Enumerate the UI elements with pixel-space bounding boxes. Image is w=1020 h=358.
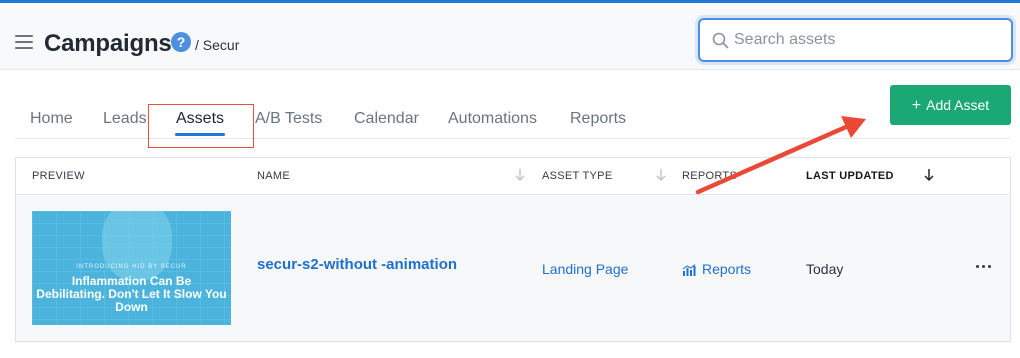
hamburger-icon[interactable]	[15, 35, 33, 49]
help-icon[interactable]: ?	[171, 32, 191, 52]
table-header: PREVIEW NAME ASSET TYPE REPORTS LAST UPD…	[16, 158, 1010, 195]
table-row[interactable]: INTRODUCING HID BY SECUR Inflammation Ca…	[16, 196, 1010, 341]
thumbnail-kicker: INTRODUCING HID BY SECUR	[76, 264, 187, 270]
column-header-reports: REPORTS	[682, 170, 738, 182]
asset-type-link[interactable]: Landing Page	[542, 261, 628, 277]
tab-home[interactable]: Home	[30, 104, 73, 138]
reports-link-label: Reports	[702, 261, 752, 277]
page-title: Campaigns	[44, 30, 172, 57]
plus-icon: +	[911, 97, 922, 114]
add-asset-label: Add Asset	[926, 97, 990, 113]
search-box[interactable]	[698, 18, 1013, 62]
last-updated-value: Today	[806, 261, 844, 277]
column-header-asset-type[interactable]: ASSET TYPE	[542, 170, 612, 182]
search-icon	[712, 32, 729, 49]
column-header-preview: PREVIEW	[32, 170, 85, 182]
tab-ab-tests[interactable]: A/B Tests	[255, 104, 322, 138]
tab-reports[interactable]: Reports	[570, 104, 626, 138]
sort-arrow-icon[interactable]	[655, 168, 667, 182]
annotation-highlight-box	[148, 104, 254, 148]
asset-preview-thumbnail[interactable]: INTRODUCING HID BY SECUR Inflammation Ca…	[32, 211, 231, 325]
thumbnail-portrait	[102, 211, 172, 281]
column-header-last-updated[interactable]: LAST UPDATED	[806, 170, 894, 182]
asset-name-link[interactable]: secur-s2-without -animation	[257, 256, 457, 273]
breadcrumb[interactable]: / Secur	[195, 37, 239, 53]
tab-automations[interactable]: Automations	[448, 104, 537, 138]
reports-link[interactable]: Reports	[682, 261, 751, 277]
more-options-icon[interactable]	[974, 262, 994, 272]
bar-chart-icon	[682, 264, 696, 276]
search-input[interactable]	[734, 28, 1004, 52]
assets-table: PREVIEW NAME ASSET TYPE REPORTS LAST UPD…	[15, 157, 1011, 342]
tab-leads[interactable]: Leads	[103, 104, 147, 138]
column-header-name[interactable]: NAME	[257, 170, 290, 182]
thumbnail-headline: Inflammation Can Be Debilitating. Don't …	[36, 274, 227, 314]
sort-arrow-icon[interactable]	[514, 168, 526, 182]
add-asset-button[interactable]: + Add Asset	[890, 85, 1011, 125]
tab-calendar[interactable]: Calendar	[354, 104, 419, 138]
sort-arrow-icon[interactable]	[923, 168, 935, 182]
page-header: Campaigns ? / Secur	[0, 3, 1020, 70]
